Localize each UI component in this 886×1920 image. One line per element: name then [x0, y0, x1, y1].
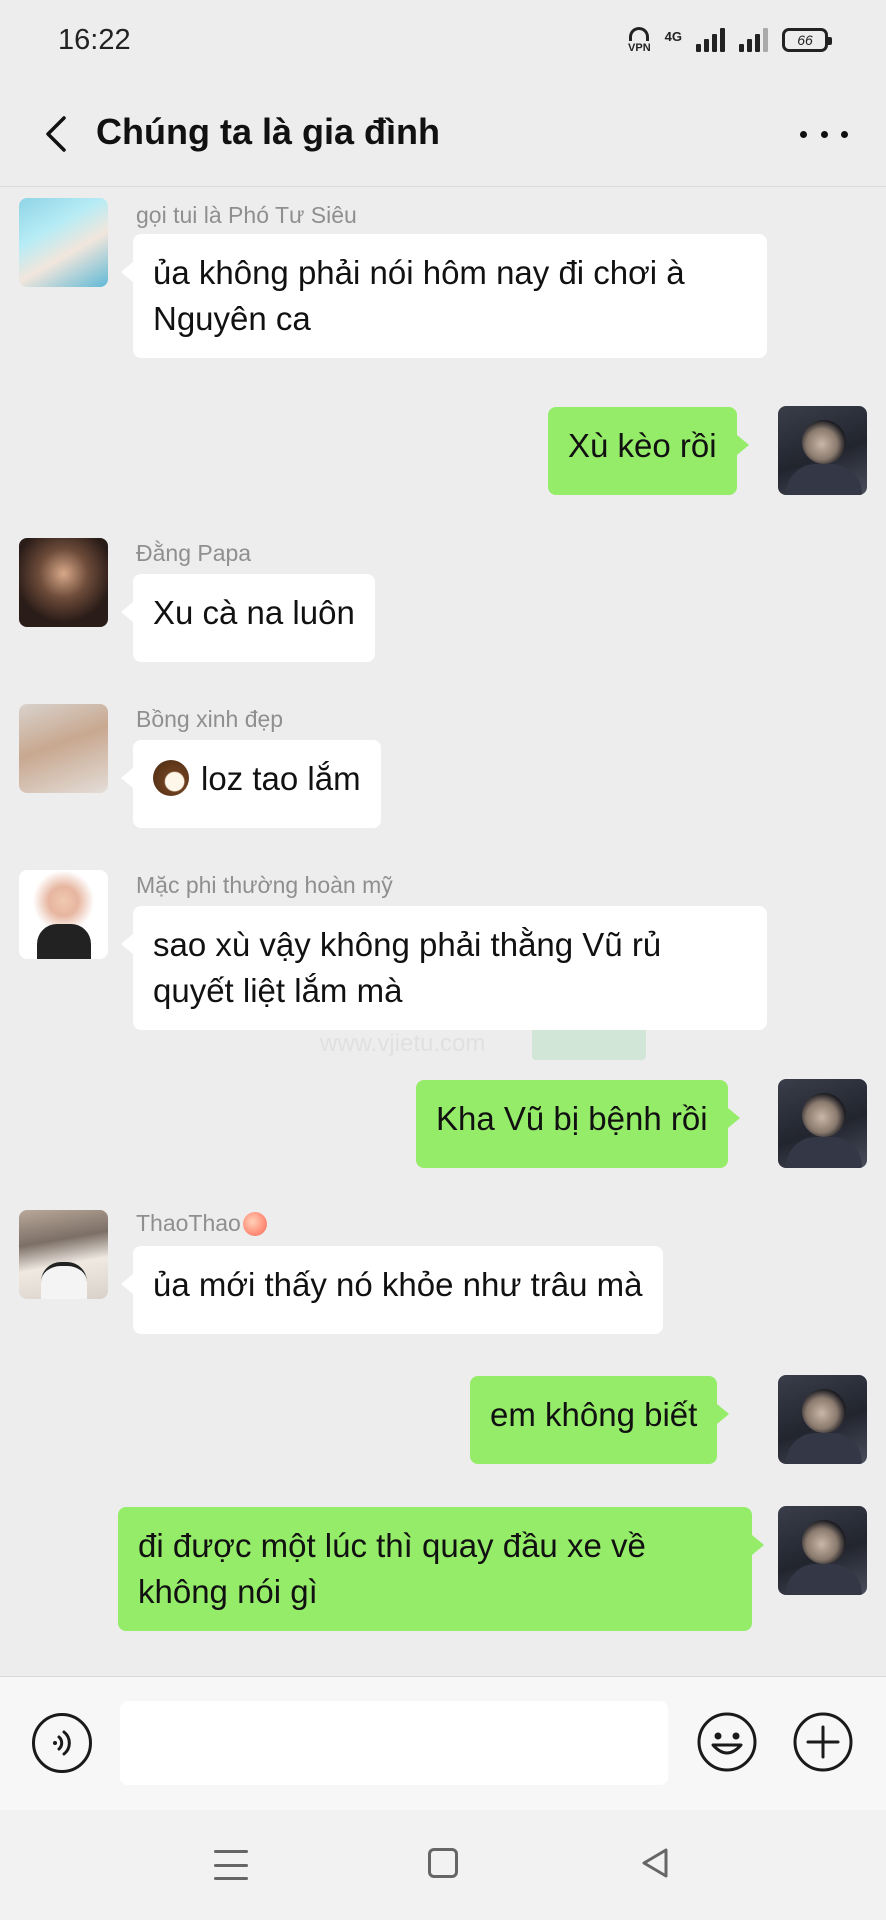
- chat-header: Chúng ta là gia đình: [0, 80, 886, 187]
- message-text-line: em không biết: [490, 1396, 698, 1433]
- message-text-line: Kha Vũ bị bệnh rồi: [436, 1100, 708, 1137]
- message-bubble-outgoing[interactable]: đi được một lúc thì quay đầu xe về không…: [118, 1507, 764, 1631]
- sender-name: ThaoThao: [136, 1210, 267, 1237]
- nav-back-icon[interactable]: [640, 1846, 670, 1880]
- message-text-line: Xù kèo rồi: [568, 427, 717, 464]
- message-bubble-incoming[interactable]: ủa mới thấy nó khỏe như trâu mà: [121, 1246, 663, 1334]
- sender-avatar[interactable]: [19, 704, 108, 793]
- sender-name: Bồng xinh đẹp: [136, 706, 284, 732]
- message-text-line: quyết liệt lắm mà: [153, 972, 403, 1009]
- message-text-line: Xu cà na luôn: [153, 594, 355, 631]
- message-text-line: loz tao lắm: [201, 760, 361, 797]
- sender-avatar[interactable]: [19, 1210, 108, 1299]
- input-bar: [0, 1676, 886, 1810]
- voice-icon: [53, 1730, 71, 1756]
- message-bubble-incoming[interactable]: sao xù vậy không phải thằng Vũ rủ quyết …: [121, 906, 767, 1030]
- message-text-line: Nguyên ca: [153, 300, 311, 337]
- sender-avatar[interactable]: [19, 198, 108, 287]
- recent-apps-icon[interactable]: [214, 1850, 248, 1880]
- back-arrow-icon[interactable]: [36, 112, 76, 156]
- signal-strength-icon: [696, 28, 725, 52]
- my-avatar[interactable]: [778, 406, 867, 495]
- message-bubble-incoming[interactable]: loz tao lắm: [121, 740, 381, 828]
- message-bubble-outgoing[interactable]: Kha Vũ bị bệnh rồi: [416, 1080, 740, 1168]
- vpn-icon: VPN: [628, 26, 651, 54]
- message-text-line: ủa mới thấy nó khỏe như trâu mà: [153, 1266, 643, 1303]
- chat-title: Chúng ta là gia đình: [96, 111, 440, 152]
- home-icon[interactable]: [428, 1848, 458, 1878]
- battery-icon: 66: [782, 28, 832, 52]
- peach-emoji-icon: [242, 1212, 267, 1236]
- message-text-line: đi được một lúc thì quay đầu xe về: [138, 1527, 646, 1564]
- message-bubble-incoming[interactable]: Xu cà na luôn: [121, 574, 375, 662]
- message-text-line: sao xù vậy không phải thằng Vũ rủ: [153, 926, 662, 963]
- vpn-label: VPN: [628, 41, 651, 54]
- my-avatar[interactable]: [778, 1506, 867, 1595]
- watermark-url: www.vjietu.com: [320, 1030, 486, 1057]
- more-options-icon[interactable]: [794, 116, 854, 152]
- message-list[interactable]: 微截图 www.vjietu.com gọi tui là Phó Tư Siê…: [0, 188, 886, 1676]
- message-bubble-outgoing[interactable]: em không biết: [470, 1376, 730, 1464]
- signal-strength-secondary-icon: [739, 28, 768, 52]
- status-bar: 16:22 VPN 4G 66: [0, 0, 886, 80]
- message-text-line: không nói gì: [138, 1573, 318, 1610]
- sender-name: Mặc phi thường hoàn mỹ: [136, 872, 393, 898]
- sender-avatar[interactable]: [19, 870, 108, 959]
- sender-name: Đằng Papa: [136, 540, 252, 566]
- network-type-label: 4G: [664, 28, 682, 44]
- battery-level: 66: [797, 32, 813, 48]
- message-bubble-outgoing[interactable]: Xù kèo rồi: [548, 407, 749, 495]
- status-time: 16:22: [58, 23, 131, 56]
- status-icons: VPN 4G 66: [628, 26, 832, 54]
- coconut-emoji-icon: [153, 760, 189, 796]
- more-actions-plus-button[interactable]: [792, 1711, 854, 1773]
- emoji-button[interactable]: [696, 1711, 758, 1773]
- message-text-line: ủa không phải nói hôm nay đi chơi à: [153, 254, 685, 291]
- message-input[interactable]: [120, 1701, 668, 1785]
- my-avatar[interactable]: [778, 1079, 867, 1168]
- system-nav-bar: [0, 1810, 886, 1920]
- sender-name: gọi tui là Phó Tư Siêu: [136, 202, 357, 228]
- message-bubble-incoming[interactable]: ủa không phải nói hôm nay đi chơi à Nguy…: [121, 234, 767, 358]
- sender-avatar[interactable]: [19, 538, 108, 627]
- my-avatar[interactable]: [778, 1375, 867, 1464]
- voice-input-button[interactable]: [32, 1713, 92, 1773]
